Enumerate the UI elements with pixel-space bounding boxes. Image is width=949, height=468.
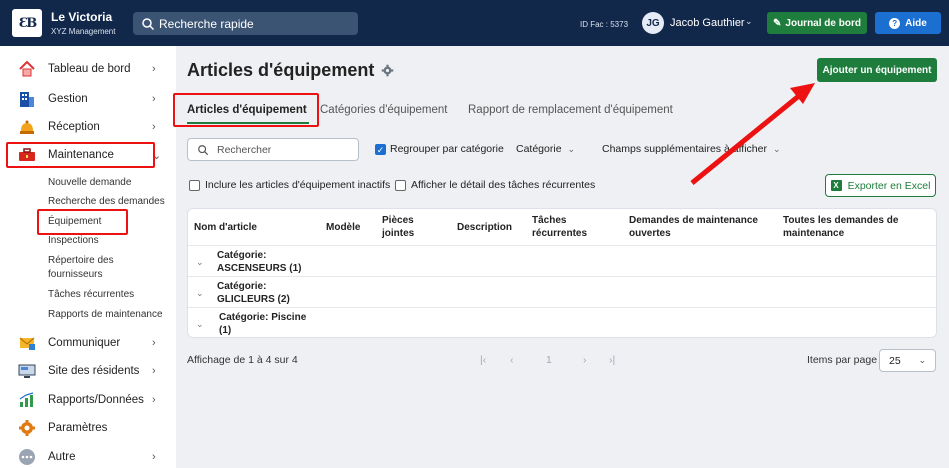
app-name: Le Victoria [51, 10, 113, 24]
chevron-down-icon: ⌄ [918, 355, 926, 365]
search-icon [142, 17, 155, 30]
sidebar-item-reception[interactable]: Réception › [0, 114, 176, 140]
items-per-page-label: Items par page [807, 354, 878, 366]
gear-icon[interactable] [381, 64, 394, 77]
sidebar: Tableau de bord › Gestion › Réception › … [0, 46, 176, 468]
quick-search-input[interactable]: Recherche rapide [133, 12, 358, 35]
sidebar-item-settings[interactable]: Paramètres [0, 415, 176, 441]
sidebar-sub-maintenance-reports[interactable]: Rapports de maintenance [48, 308, 163, 321]
sidebar-sub-inspections[interactable]: Inspections [48, 234, 99, 247]
sidebar-sub-new-request[interactable]: Nouvelle demande [48, 176, 131, 189]
include-inactive-label: Inclure les articles d'équipement inacti… [205, 179, 391, 191]
bell-icon [18, 118, 36, 136]
chevron-right-icon: › [152, 337, 156, 349]
chevron-down-icon[interactable]: ⌄ [196, 319, 204, 330]
prev-page-icon[interactable]: ‹ [510, 354, 514, 366]
search-input[interactable]: Rechercher [187, 138, 359, 161]
column-header-recurring-tasks[interactable]: Tâches récurrentes [532, 213, 602, 241]
chevron-down-icon: ⌄ [772, 144, 781, 154]
chevron-right-icon: › [152, 451, 156, 463]
equipment-table: Nom d'article Modèle Pièces jointes Desc… [187, 208, 937, 338]
add-equipment-button[interactable]: Ajouter un équipement [817, 58, 937, 82]
column-header-open-requests[interactable]: Demandes de maintenance ouvertes [629, 213, 774, 241]
monitor-icon [18, 362, 36, 380]
journal-button[interactable]: ✎ Journal de bord [767, 12, 867, 34]
next-page-icon[interactable]: › [583, 354, 587, 366]
column-header-description[interactable]: Description [457, 213, 527, 241]
include-inactive-checkbox[interactable] [189, 180, 200, 191]
facility-id: ID Fac : 5373 [580, 20, 629, 29]
gear-icon [18, 419, 36, 437]
sidebar-sub-vendor-directory[interactable]: Répertoire des [48, 254, 114, 267]
logo[interactable]: ƐB [12, 9, 42, 37]
show-recurring-detail-label: Afficher le détail des tâches récurrente… [411, 179, 596, 191]
avatar[interactable]: JG [642, 12, 664, 34]
items-per-page-select[interactable]: 25 ⌄ [879, 349, 936, 372]
chevron-right-icon: › [152, 365, 156, 377]
table-row[interactable]: ⌄ Catégorie: GLICLEURS (2) [188, 276, 936, 307]
help-button[interactable]: ? Aide [875, 12, 941, 34]
chevron-down-icon[interactable]: ⌄ [196, 288, 204, 299]
first-page-icon[interactable]: |‹ [480, 354, 486, 366]
column-header-name[interactable]: Nom d'article [194, 213, 314, 241]
building-icon [18, 90, 36, 108]
sidebar-item-reports[interactable]: Rapports/Données › [0, 387, 176, 413]
excel-icon: X [830, 180, 842, 191]
sidebar-sub-recurring-tasks[interactable]: Tâches récurrentes [48, 288, 134, 301]
sidebar-sub-vendor-directory-line2[interactable]: fournisseurs [48, 268, 102, 281]
app-subtitle: XYZ Management [51, 27, 116, 36]
sidebar-item-other[interactable]: Autre › [0, 444, 176, 468]
annotation-box-tab [173, 93, 319, 127]
annotation-box-equipment [37, 209, 128, 235]
sidebar-sub-search-requests[interactable]: Recherche des demandes [48, 195, 165, 208]
pencil-icon: ✎ [773, 17, 782, 29]
export-excel-button[interactable]: X Exporter en Excel [825, 174, 936, 197]
house-icon [18, 60, 36, 78]
search-icon [198, 144, 209, 155]
show-recurring-detail-checkbox[interactable] [395, 180, 406, 191]
category-filter-dropdown[interactable]: Catégorie ⌄ [516, 143, 575, 155]
table-row[interactable]: ⌄ Catégorie: ASCENSEURS (1) [188, 245, 936, 276]
annotation-box-maintenance [6, 142, 155, 168]
table-row[interactable]: ⌄ Catégorie: Piscine (1) [188, 307, 936, 338]
question-icon: ? [889, 17, 901, 29]
column-header-model[interactable]: Modèle [326, 213, 376, 241]
group-by-category-label: Regrouper par catégorie [390, 143, 504, 155]
tab-equipment-categories[interactable]: Catégories d'équipement [320, 104, 448, 116]
page-title: Articles d'équipement [187, 60, 394, 81]
pagination-summary: Affichage de 1 à 4 sur 4 [187, 354, 298, 366]
chevron-down-icon: ⌄ [567, 144, 576, 154]
bar-chart-icon [18, 391, 36, 409]
quick-search-placeholder: Recherche rapide [159, 16, 254, 31]
chevron-right-icon: › [152, 394, 156, 406]
more-icon [18, 448, 36, 466]
sidebar-item-residents-site[interactable]: Site des résidents › [0, 358, 176, 384]
envelope-icon [18, 334, 36, 352]
chevron-right-icon: › [152, 93, 156, 105]
page-number[interactable]: 1 [546, 354, 552, 366]
last-page-icon[interactable]: ›| [609, 354, 615, 366]
chevron-down-icon[interactable]: ⌄ [745, 16, 753, 27]
sidebar-item-gestion[interactable]: Gestion › [0, 86, 176, 112]
sidebar-item-communiquer[interactable]: Communiquer › [0, 330, 176, 356]
sidebar-item-dashboard[interactable]: Tableau de bord › [0, 56, 176, 82]
column-header-all-requests[interactable]: Toutes les demandes de maintenance [783, 213, 923, 241]
user-name[interactable]: Jacob Gauthier [670, 17, 745, 29]
extra-fields-dropdown[interactable]: Champs supplémentaires à afficher ⌄ [602, 143, 781, 155]
group-by-category-checkbox[interactable]: ✓ [375, 144, 386, 155]
chevron-down-icon[interactable]: ⌄ [196, 257, 204, 268]
top-bar: ƐB Le Victoria XYZ Management Recherche … [0, 0, 949, 46]
chevron-right-icon: › [152, 63, 156, 75]
chevron-right-icon: › [152, 121, 156, 133]
tab-replacement-report[interactable]: Rapport de remplacement d'équipement [468, 104, 673, 116]
column-header-attachments[interactable]: Pièces jointes [382, 213, 442, 241]
